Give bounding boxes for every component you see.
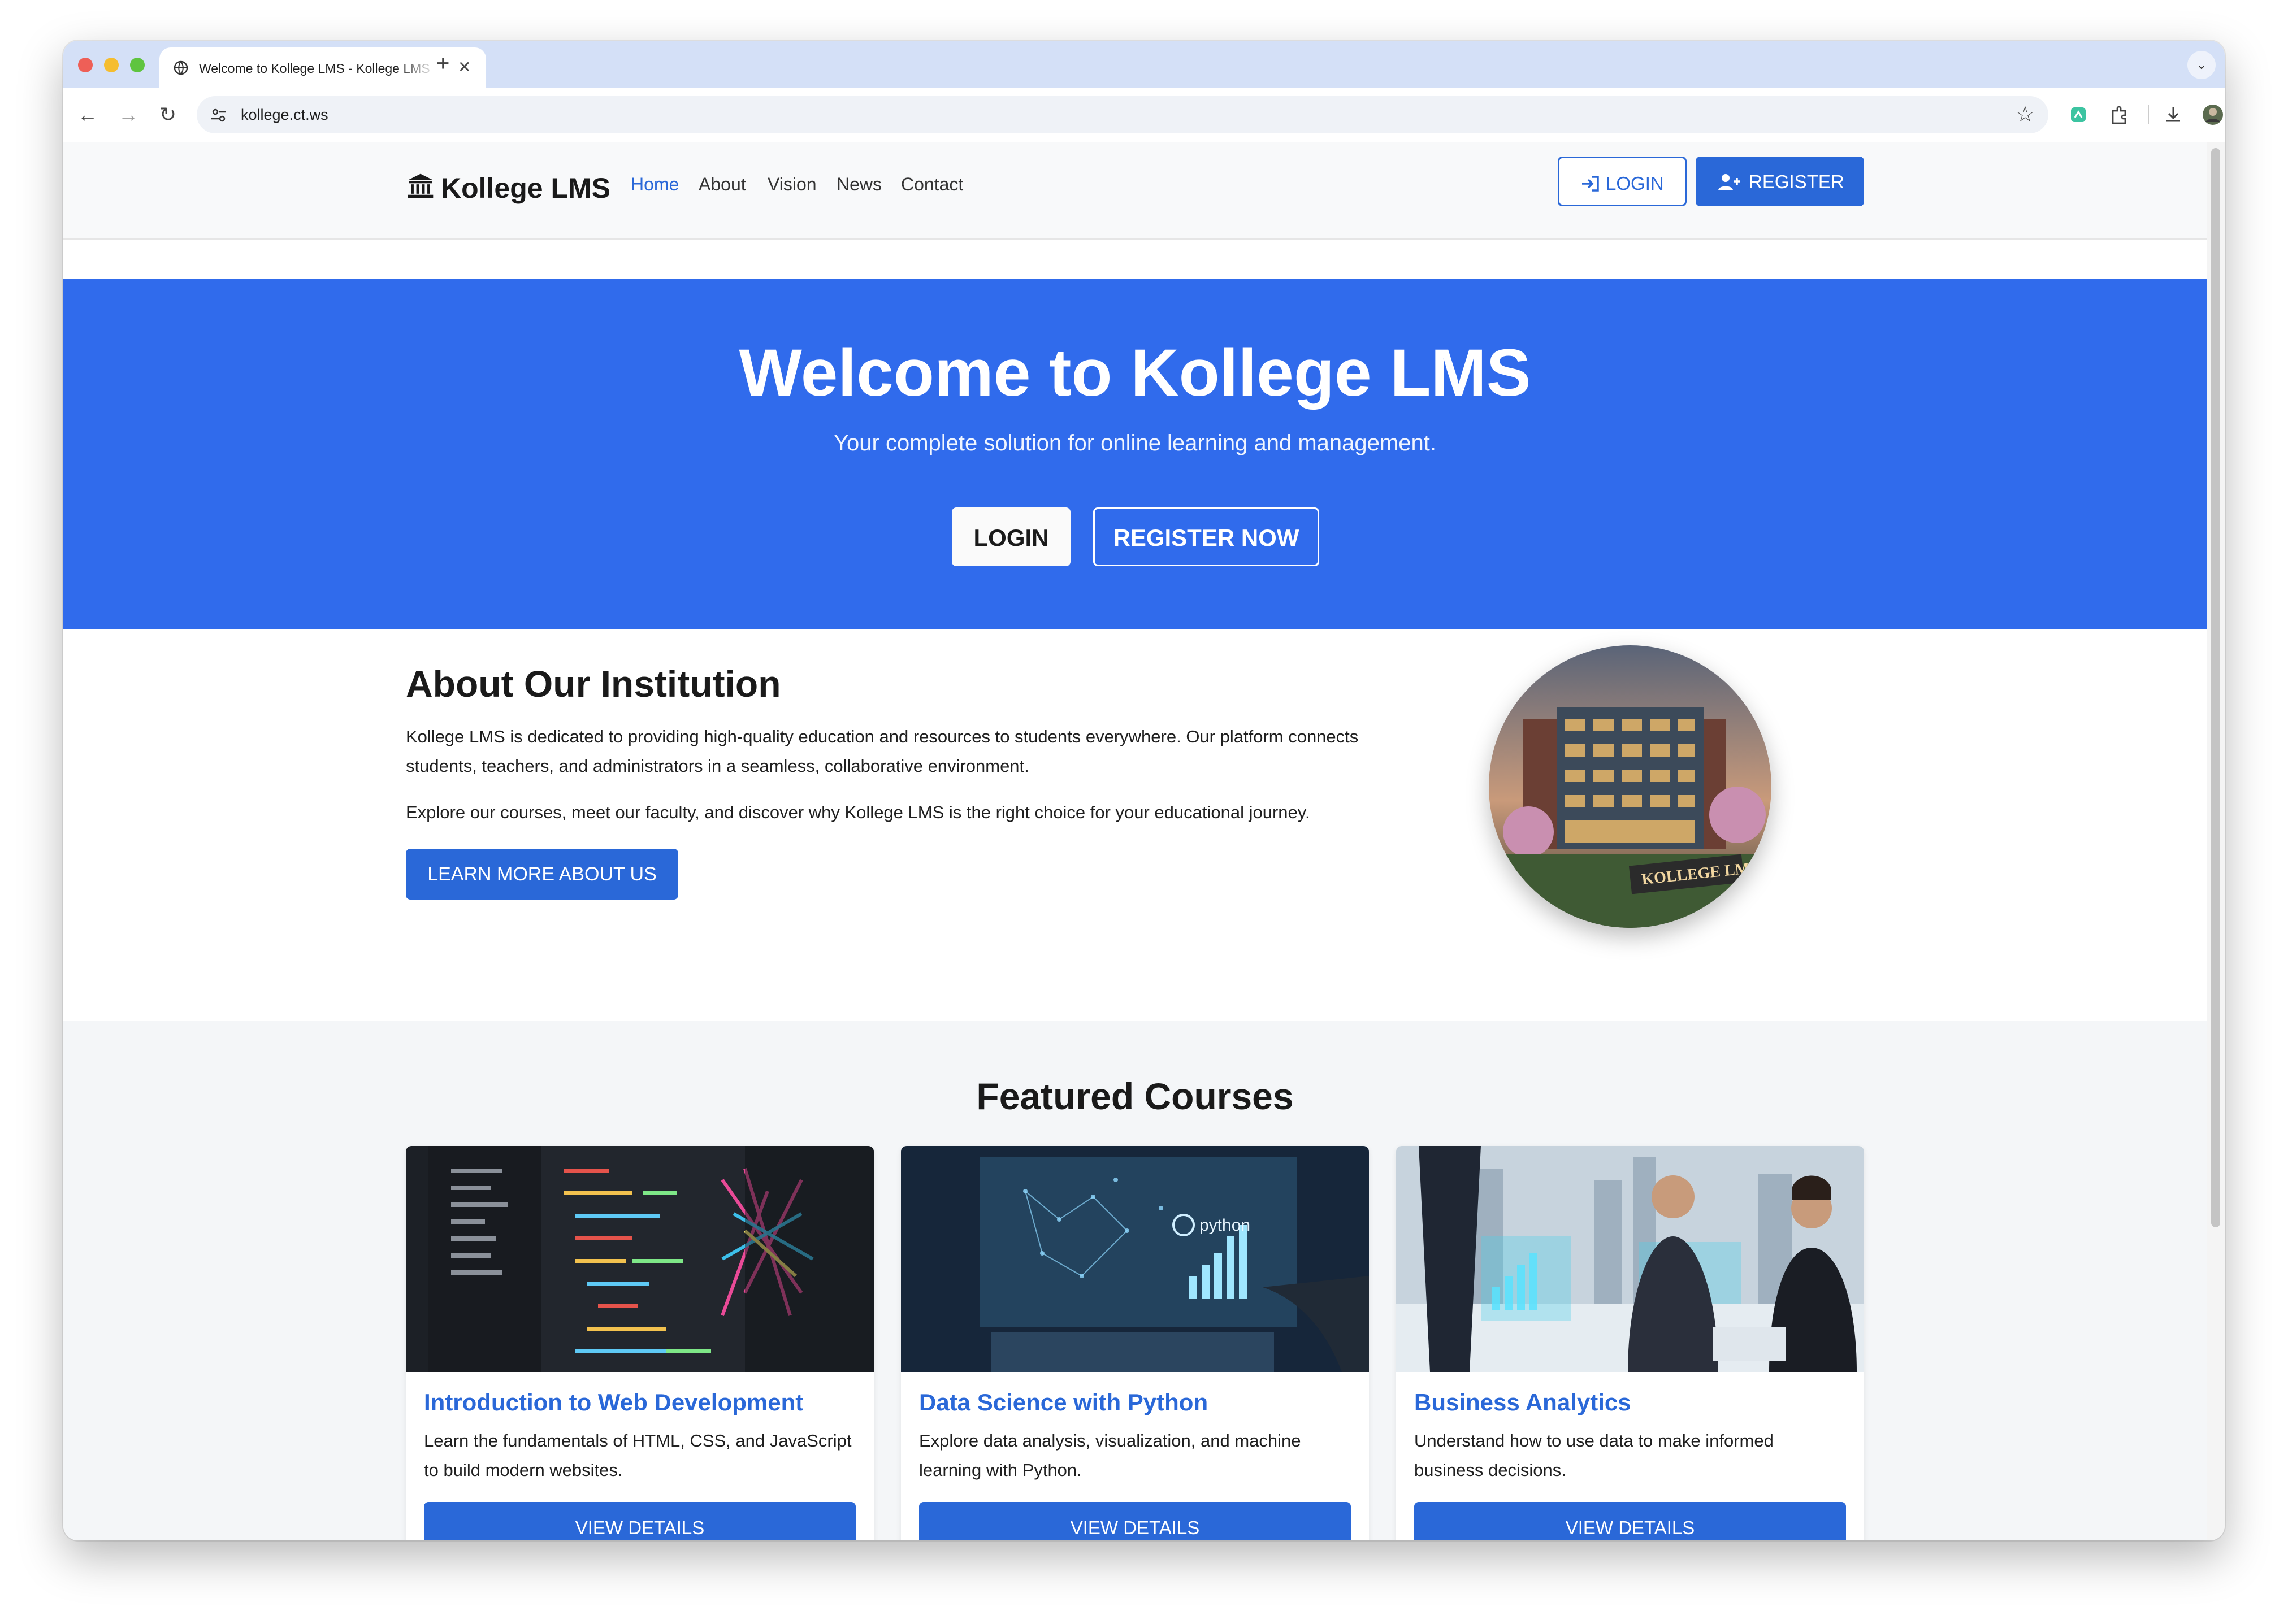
nav-news[interactable]: News xyxy=(837,174,882,195)
profile-avatar-icon[interactable] xyxy=(2199,101,2225,129)
extension-icon[interactable] xyxy=(2064,101,2092,129)
about-paragraph-2: Explore our courses, meet our faculty, a… xyxy=(406,802,1310,822)
code-editor-image xyxy=(406,1146,874,1372)
close-tab-icon[interactable]: ✕ xyxy=(458,59,471,76)
tab-strip: Welcome to Kollege LMS - Kollege LMS ✕ +… xyxy=(63,41,2225,88)
python-label: python xyxy=(1199,1216,1250,1235)
courses-title: Featured Courses xyxy=(976,1075,1294,1117)
nav-about[interactable]: About xyxy=(699,174,746,195)
course-description: Understand how to use data to make infor… xyxy=(1414,1431,1774,1480)
new-tab-button[interactable]: + xyxy=(436,51,449,76)
featured-courses-section: Featured Courses Introduction to Web Dev… xyxy=(63,1021,2207,1540)
learn-more-label: LEARN MORE ABOUT US xyxy=(427,863,657,885)
browser-toolbar: ← → ↻ kollege.ct.ws ☆ xyxy=(63,88,2225,144)
minimize-window-button[interactable] xyxy=(104,58,119,72)
nav-home[interactable]: Home xyxy=(631,174,679,195)
sign-in-icon xyxy=(1582,176,1599,192)
globe-icon xyxy=(174,60,188,75)
hero-register-label: REGISTER NOW xyxy=(1113,524,1299,551)
view-details-label: VIEW DETAILS xyxy=(1070,1517,1200,1538)
hero-register-button[interactable]: REGISTER NOW xyxy=(1093,507,1319,566)
hero-login-label: LOGIN xyxy=(973,524,1049,551)
url-text: kollege.ct.ws xyxy=(241,106,328,123)
tab-title: Welcome to Kollege LMS - Kollege LMS xyxy=(199,61,430,76)
hero-title: Welcome to Kollege LMS xyxy=(739,336,1531,410)
about-paragraph-1: Kollege LMS is dedicated to providing hi… xyxy=(406,727,1359,776)
download-icon[interactable] xyxy=(2159,101,2187,129)
course-description: Explore data analysis, visualization, an… xyxy=(919,1431,1301,1480)
close-window-button[interactable] xyxy=(78,58,93,72)
view-details-button[interactable]: VIEW DETAILS xyxy=(1414,1502,1846,1540)
course-card: Business Analytics Understand how to use… xyxy=(1396,1146,1864,1540)
business-meeting-image xyxy=(1396,1146,1864,1372)
hero-login-button[interactable]: LOGIN xyxy=(952,507,1071,566)
course-description: Learn the fundamentals of HTML, CSS, and… xyxy=(424,1431,852,1480)
campus-image: KOLLEGE LMS xyxy=(1489,645,1771,928)
nav-register-label: REGISTER xyxy=(1749,171,1844,192)
view-details-label: VIEW DETAILS xyxy=(575,1517,705,1538)
page-scrollbar[interactable] xyxy=(2207,142,2225,1540)
institution-icon xyxy=(408,173,434,198)
course-title[interactable]: Data Science with Python xyxy=(919,1389,1208,1416)
python-data-image: python xyxy=(901,1146,1369,1372)
scrollbar-thumb[interactable] xyxy=(2211,148,2220,1227)
hero-subtitle: Your complete solution for online learni… xyxy=(834,431,1436,455)
browser-window: Welcome to Kollege LMS - Kollege LMS ✕ +… xyxy=(63,41,2225,1540)
address-bar[interactable]: kollege.ct.ws ☆ xyxy=(197,96,2048,133)
view-details-button[interactable]: VIEW DETAILS xyxy=(424,1502,856,1540)
course-card: Introduction to Web Development Learn th… xyxy=(406,1146,874,1540)
tab-title-fade xyxy=(397,53,436,81)
toolbar-divider xyxy=(2148,105,2149,124)
nav-contact[interactable]: Contact xyxy=(901,174,963,195)
view-details-button[interactable]: VIEW DETAILS xyxy=(919,1502,1351,1540)
maximize-window-button[interactable] xyxy=(130,58,145,72)
about-title: About Our Institution xyxy=(406,663,781,705)
user-plus-icon xyxy=(1718,174,1740,190)
nav-register-button[interactable]: REGISTER xyxy=(1696,157,1864,206)
back-icon[interactable]: ← xyxy=(73,101,102,129)
brand-name: Kollege LMS xyxy=(441,172,611,204)
site-settings-icon[interactable] xyxy=(209,106,228,125)
forward-icon[interactable]: → xyxy=(114,101,142,129)
web-page: Kollege LMS Home About Vision News Conta… xyxy=(63,142,2207,1540)
course-title[interactable]: Introduction to Web Development xyxy=(424,1389,803,1416)
nav-login-button[interactable]: LOGIN xyxy=(1558,157,1687,206)
hero-banner: Welcome to Kollege LMS Your complete sol… xyxy=(63,279,2207,629)
site-navbar: Kollege LMS Home About Vision News Conta… xyxy=(63,142,2207,240)
reload-icon[interactable]: ↻ xyxy=(154,101,182,129)
course-title[interactable]: Business Analytics xyxy=(1414,1389,1631,1416)
nav-vision[interactable]: Vision xyxy=(768,174,817,195)
puzzle-icon[interactable] xyxy=(2105,101,2133,129)
nav-login-label: LOGIN xyxy=(1606,173,1664,194)
campus-illustration: KOLLEGE LMS xyxy=(1489,645,1771,928)
bookmark-star-icon[interactable]: ☆ xyxy=(2016,102,2035,127)
learn-more-button[interactable]: LEARN MORE ABOUT US xyxy=(406,849,678,900)
course-card: python Data Science with Python Explore … xyxy=(901,1146,1369,1540)
view-details-label: VIEW DETAILS xyxy=(1565,1517,1695,1538)
tab-search-button[interactable]: ⌄ xyxy=(2187,51,2216,79)
